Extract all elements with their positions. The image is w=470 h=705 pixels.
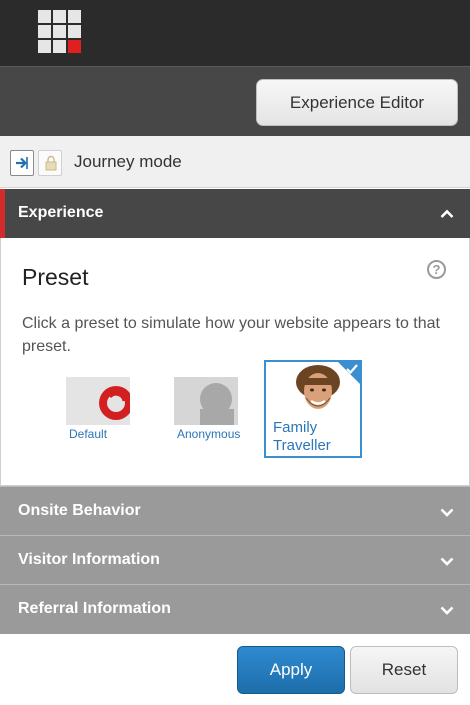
experience-section-header[interactable]: Experience xyxy=(0,189,470,238)
journey-mode-label: Journey mode xyxy=(74,152,182,171)
default-preset-thumbnail xyxy=(66,377,130,425)
preset-label: Default xyxy=(69,427,108,441)
reset-button[interactable]: Reset xyxy=(350,646,458,694)
preset-label: Anonymous xyxy=(177,427,241,441)
journey-mode-row: Journey mode xyxy=(0,136,470,188)
help-icon[interactable]: ? xyxy=(427,260,446,279)
apply-button[interactable]: Apply xyxy=(237,646,345,694)
preset-family-traveller[interactable]: Family Traveller xyxy=(264,360,362,458)
preset-label: Family Traveller xyxy=(273,419,331,454)
chevron-down-icon xyxy=(440,553,454,571)
enter-journey-icon[interactable] xyxy=(10,150,34,176)
chevron-up-icon xyxy=(440,206,454,224)
preset-description: Click a preset to simulate how your webs… xyxy=(22,315,440,355)
visitor-information-section-header[interactable]: Visitor Information xyxy=(0,535,470,584)
section-label: Visitor Information xyxy=(18,551,160,568)
top-bar xyxy=(0,0,470,66)
preset-title: Preset xyxy=(22,264,89,290)
anonymous-avatar-thumbnail xyxy=(174,377,238,425)
locked-document-icon[interactable] xyxy=(38,150,62,176)
active-accent-bar xyxy=(0,189,5,238)
sitecore-grid-icon[interactable] xyxy=(38,10,82,54)
experience-editor-button[interactable]: Experience Editor xyxy=(256,79,458,126)
chevron-down-icon xyxy=(440,602,454,620)
experience-section-label: Experience xyxy=(18,204,104,221)
preset-default[interactable]: Default xyxy=(66,377,132,441)
referral-information-section-header[interactable]: Referral Information xyxy=(0,584,470,634)
checkmark-icon xyxy=(345,362,359,380)
chevron-down-icon xyxy=(440,504,454,522)
experience-panel: Preset ? Click a preset to simulate how … xyxy=(0,238,470,486)
panel-footer: Apply Reset xyxy=(0,634,470,705)
section-label: Onsite Behavior xyxy=(18,502,141,519)
onsite-behavior-section-header[interactable]: Onsite Behavior xyxy=(0,486,470,535)
editor-toolbar: Experience Editor xyxy=(0,66,470,136)
preset-anonymous[interactable]: Anonymous xyxy=(174,377,242,441)
section-label: Referral Information xyxy=(18,600,171,617)
